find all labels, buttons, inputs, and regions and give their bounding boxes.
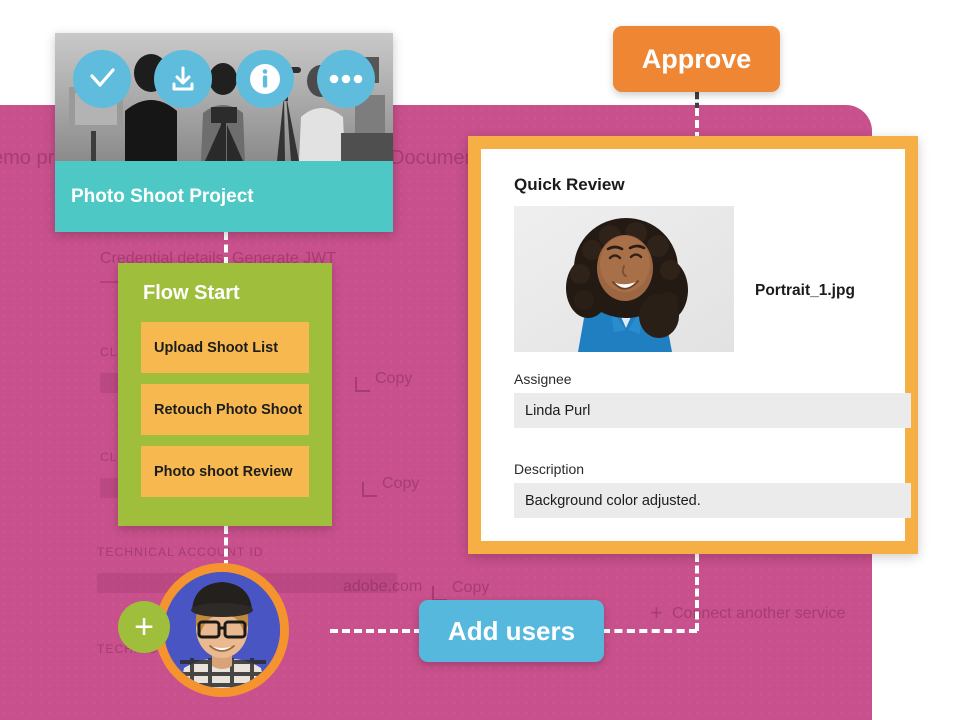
description-value[interactable]: Background color adjusted. — [514, 483, 911, 518]
review-thumbnail[interactable] — [514, 206, 734, 352]
quick-review-card[interactable]: Quick Review Portrait_1.jpg Assignee Lin… — [468, 136, 918, 554]
assignee-value[interactable]: Linda Purl — [514, 393, 911, 428]
approve-pill[interactable]: Approve — [613, 26, 780, 92]
description-field-group: Description Background color adjusted. — [514, 461, 911, 518]
bg-copy-icon-2 — [362, 482, 377, 497]
avatar-photo — [164, 572, 280, 688]
connector-review-to-addusers — [695, 554, 699, 631]
connector-project-to-flow — [224, 232, 228, 265]
approve-check-icon[interactable] — [72, 50, 131, 108]
assignee-field-group: Assignee Linda Purl — [514, 371, 911, 428]
bg-copy-icon-1 — [355, 377, 370, 392]
description-label: Description — [514, 461, 585, 477]
quick-review-body: Quick Review Portrait_1.jpg Assignee Lin… — [481, 149, 911, 541]
bg-copy-icon-3 — [432, 586, 447, 601]
project-action-bar — [55, 41, 393, 117]
project-title: Photo Shoot Project — [71, 185, 254, 207]
avatar[interactable] — [155, 563, 289, 697]
screenshot-stage: emo pro Documentat Credential details Ge… — [0, 0, 960, 720]
flow-task-list: Upload Shoot List Retouch Photo Shoot Ph… — [141, 322, 309, 508]
info-icon[interactable] — [235, 50, 294, 108]
flow-task-item[interactable]: Upload Shoot List — [141, 322, 309, 373]
connector-addusers-to-review — [602, 629, 697, 633]
quick-review-title: Quick Review — [514, 175, 625, 194]
flow-start-title: Flow Start — [143, 282, 240, 304]
project-title-bar: Photo Shoot Project — [55, 161, 393, 232]
add-user-plus-icon[interactable]: + — [118, 601, 170, 653]
flow-task-item[interactable]: Photo shoot Review — [141, 446, 309, 497]
project-card[interactable]: Photo Shoot Project — [55, 33, 393, 232]
bg-connect-plus-icon: + — [650, 600, 663, 625]
flow-start-card[interactable]: Flow Start Upload Shoot List Retouch Pho… — [118, 263, 332, 526]
add-users-pill[interactable]: Add users — [419, 600, 604, 662]
connector-flow-to-avatar — [224, 526, 228, 568]
assignee-label: Assignee — [514, 371, 572, 387]
connector-avatar-to-addusers — [330, 629, 422, 633]
download-icon[interactable] — [154, 50, 213, 108]
more-options-icon[interactable] — [317, 50, 376, 108]
flow-task-item[interactable]: Retouch Photo Shoot — [141, 384, 309, 435]
review-filename: Portrait_1.jpg — [755, 282, 855, 299]
